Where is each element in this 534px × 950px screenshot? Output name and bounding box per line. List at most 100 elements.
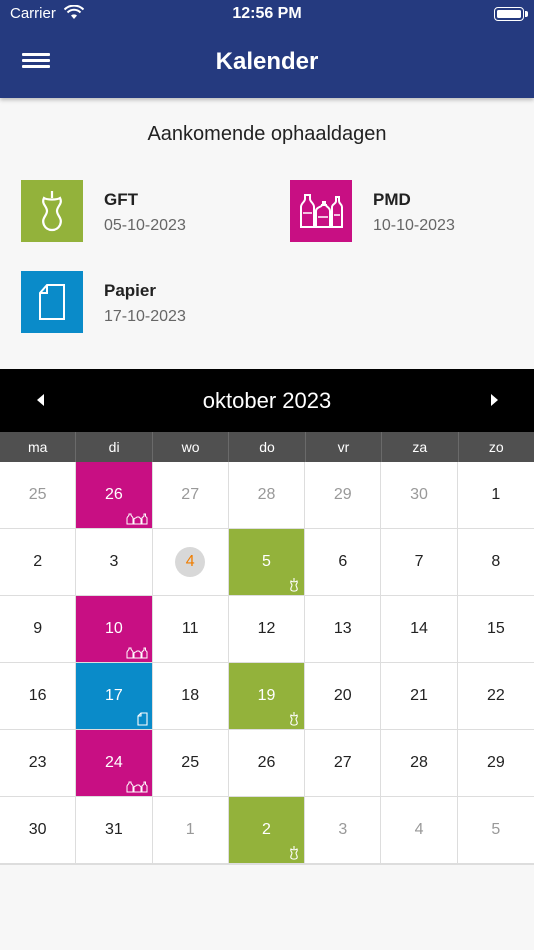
day-number: 25: [181, 754, 200, 771]
calendar-day[interactable]: 13: [305, 596, 382, 663]
day-number: 1: [185, 821, 195, 838]
calendar-day[interactable]: 31: [76, 797, 153, 864]
calendar-day[interactable]: 29: [457, 730, 534, 797]
calendar-day[interactable]: 22: [457, 663, 534, 730]
calendar-day[interactable]: 19: [228, 663, 306, 730]
day-number: 20: [333, 687, 352, 704]
pickup-name: PMD: [373, 190, 411, 209]
pickup-date: 10-10-2023: [373, 217, 455, 234]
day-number: 5: [491, 821, 501, 838]
day-number: 27: [181, 486, 200, 503]
day-number: 11: [181, 620, 199, 637]
calendar-day[interactable]: 3: [305, 797, 382, 864]
calendar-day[interactable]: 16: [0, 663, 77, 730]
calendar-day[interactable]: 23: [0, 730, 77, 797]
calendar-day[interactable]: 10: [76, 596, 153, 663]
apple-core-icon: [278, 578, 300, 592]
next-month-icon[interactable]: [487, 393, 501, 407]
calendar-day[interactable]: 14: [381, 596, 458, 663]
calendar-day[interactable]: 9: [0, 596, 77, 663]
weekday-label: ma: [0, 432, 77, 462]
battery-icon: [494, 7, 524, 21]
calendar-day[interactable]: 8: [457, 529, 534, 596]
day-number: 3: [338, 821, 348, 838]
day-number: 28: [257, 486, 276, 503]
calendar-day[interactable]: 5: [457, 797, 534, 864]
day-number: 19: [257, 687, 276, 704]
calendar-day[interactable]: 26: [76, 462, 153, 529]
bottles-icon: [126, 511, 148, 525]
day-number: 30: [28, 821, 47, 838]
pickup-date: 05-10-2023: [104, 217, 186, 234]
calendar-day[interactable]: 1: [457, 462, 534, 529]
pickup-gft[interactable]: GFT 05-10-2023: [21, 180, 261, 244]
calendar-day[interactable]: 6: [305, 529, 382, 596]
day-number: 16: [28, 687, 47, 704]
day-number: 30: [410, 486, 428, 503]
pickup-date: 17-10-2023: [104, 308, 186, 325]
day-number: 12: [257, 620, 276, 637]
calendar-day[interactable]: 15: [457, 596, 534, 663]
calendar-day[interactable]: 25: [152, 730, 229, 797]
pickup-name: GFT: [104, 190, 138, 209]
weekday-label: zo: [488, 439, 504, 455]
day-number: 17: [105, 687, 123, 704]
calendar-day[interactable]: 30: [381, 462, 458, 529]
apple-core-icon: [278, 846, 300, 860]
day-number: 13: [333, 620, 352, 637]
calendar-grid: 25 26 27 28 29 30 1 2 3 4 5 6 7 8 9 10 11 12 13 14 15 16 17 18 1…: [0, 462, 534, 865]
calendar-day[interactable]: 3: [76, 529, 153, 596]
calendar-day[interactable]: 7: [381, 529, 458, 596]
calendar-day[interactable]: 29: [305, 462, 382, 529]
weekday-row: ma di wo do vr za zo: [0, 432, 534, 462]
calendar-day[interactable]: 12: [228, 596, 306, 663]
calendar-day[interactable]: 27: [305, 730, 382, 797]
day-number: 10: [105, 620, 123, 637]
day-number: 7: [414, 553, 424, 570]
calendar-day[interactable]: 2: [228, 797, 306, 864]
calendar-day[interactable]: 1: [152, 797, 229, 864]
weekday-label: vr: [306, 432, 383, 462]
day-number: 25: [28, 486, 47, 503]
day-number: 24: [105, 754, 123, 771]
day-number: 8: [491, 553, 501, 570]
calendar-day[interactable]: 17: [76, 663, 153, 730]
pickup-papier[interactable]: Papier 17-10-2023: [21, 271, 261, 335]
paper-icon: [126, 712, 148, 726]
pickup-pmd[interactable]: PMD 10-10-2023: [290, 180, 530, 244]
month-label: oktober 2023: [202, 388, 332, 413]
calendar-day[interactable]: 30: [0, 797, 77, 864]
status-time: 12:56 PM: [232, 5, 302, 22]
calendar-day[interactable]: 4: [152, 529, 229, 596]
apple-core-icon: [21, 180, 83, 242]
day-number: 3: [109, 553, 119, 570]
calendar-day[interactable]: 5: [228, 529, 306, 596]
calendar-day[interactable]: 4: [381, 797, 458, 864]
calendar-day[interactable]: 11: [152, 596, 229, 663]
calendar-day[interactable]: 24: [76, 730, 153, 797]
day-number: 15: [486, 620, 505, 637]
calendar-day[interactable]: 28: [228, 462, 306, 529]
weekday-label: za: [382, 432, 459, 462]
weekday-label: do: [229, 432, 306, 462]
day-number: 4: [414, 821, 424, 838]
app-header: Carrier 12:56 PM Kalender: [0, 0, 534, 98]
day-number: 26: [257, 754, 276, 771]
day-number: 6: [338, 553, 348, 570]
calendar-day[interactable]: 21: [381, 663, 458, 730]
calendar-day[interactable]: 28: [381, 730, 458, 797]
calendar-day[interactable]: 26: [228, 730, 306, 797]
day-number: 21: [410, 687, 428, 704]
day-number: 4: [175, 547, 206, 577]
status-bar: Carrier 12:56 PM: [0, 0, 534, 30]
calendar-day[interactable]: 25: [0, 462, 77, 529]
calendar-header: oktober 2023: [0, 369, 534, 432]
calendar-day[interactable]: 18: [152, 663, 229, 730]
calendar-day[interactable]: 2: [0, 529, 77, 596]
day-number: 27: [333, 754, 352, 771]
calendar-day[interactable]: 27: [152, 462, 229, 529]
calendar-day[interactable]: 20: [305, 663, 382, 730]
day-number: 5: [262, 553, 271, 570]
bottles-icon: [290, 180, 352, 242]
day-number: 26: [105, 486, 123, 503]
